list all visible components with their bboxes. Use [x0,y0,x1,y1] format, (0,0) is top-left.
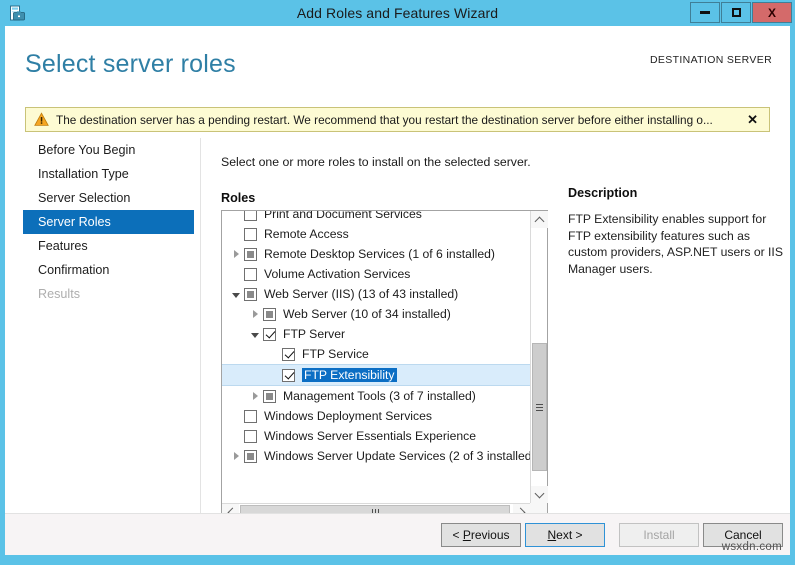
sidebar-item-features[interactable]: Features [23,234,194,258]
window-controls: X [689,2,792,23]
sidebar-item-server-roles[interactable]: Server Roles [23,210,194,234]
window-title: Add Roles and Features Wizard [296,5,499,21]
vertical-scroll-thumb[interactable] [532,343,547,471]
tree-row[interactable]: Windows Deployment Services [222,406,531,426]
sidebar-item-installation-type[interactable]: Installation Type [23,162,194,186]
tree-row-label: Web Server (IIS) (13 of 43 installed) [264,287,459,301]
expand-collapsed-icon[interactable] [247,392,263,400]
page-title: Select server roles [25,50,236,78]
tree-row[interactable]: Management Tools (3 of 7 installed) [222,386,531,406]
scroll-grip-icon [536,402,543,413]
tree-row[interactable]: Web Server (IIS) (13 of 43 installed) [222,284,531,304]
watermark: wsxdn.com [721,541,782,553]
description-panel: Description FTP Extensibility enables su… [568,186,783,277]
destination-server-label: DESTINATION SERVER [649,54,772,66]
sidebar-item-confirmation[interactable]: Confirmation [23,258,194,282]
page-header: Select server roles DESTINATION SERVER [5,26,790,98]
maximize-button[interactable] [721,2,751,23]
triangle-right-icon [233,452,239,460]
tree-row-label: Web Server (10 of 34 installed) [283,307,451,321]
next-button[interactable]: Next > [525,523,605,547]
tree-row-label: Windows Server Essentials Experience [264,429,477,443]
triangle-down-icon [232,292,240,298]
tree-row[interactable]: Volume Activation Services [222,264,531,284]
maximize-icon [731,8,741,17]
warning-bar: The destination server has a pending res… [25,107,770,132]
main-content: Select one or more roles to install on t… [209,138,559,210]
roles-tree-list: Print and Document Services Remote Access… [222,211,531,466]
tree-row-label: Volume Activation Services [264,267,411,281]
wizard-step-nav: Before You Begin Installation Type Serve… [5,138,201,513]
description-body: FTP Extensibility enables support for FT… [568,212,783,276]
wizard-footer: < Previous Next > Install Cancel wsxdn.c… [5,513,790,555]
server-wizard-icon [4,0,30,26]
previous-button[interactable]: < Previous [441,523,521,547]
sidebar-item-server-selection[interactable]: Server Selection [23,186,194,210]
tree-row-label: FTP Server [283,327,346,341]
description-title: Description [568,186,638,200]
expand-collapsed-icon[interactable] [247,310,263,318]
tree-row[interactable]: Remote Desktop Services (1 of 6 installe… [222,244,531,264]
tree-row-label: Windows Server Update Services (2 of 3 i… [264,449,531,463]
scroll-up-button[interactable] [531,211,548,228]
tree-row-label: Print and Document Services [264,211,422,221]
role-checkbox[interactable] [244,287,257,301]
tree-row[interactable]: Windows Server Update Services (2 of 3 i… [222,446,531,466]
roles-section-label: Roles [221,191,256,205]
chevron-up-icon [534,216,545,226]
sidebar-item-before-you-begin[interactable]: Before You Begin [23,138,194,162]
warning-triangle-icon [34,112,49,127]
role-checkbox[interactable] [244,267,257,281]
role-checkbox[interactable] [244,449,257,463]
tree-row-label: Windows Deployment Services [264,409,432,423]
tree-row[interactable]: FTP Service [222,344,531,364]
install-button: Install [619,523,699,547]
role-checkbox[interactable] [282,368,295,382]
minimize-button[interactable] [690,2,720,23]
roles-tree-viewport: Print and Document Services Remote Access… [222,211,531,503]
chevron-down-icon [534,488,545,498]
expand-expanded-icon[interactable] [247,331,263,338]
instruction-text: Select one or more roles to install on t… [221,155,531,169]
role-checkbox[interactable] [244,227,257,241]
role-checkbox[interactable] [244,429,257,443]
role-checkbox[interactable] [263,327,276,341]
tree-row[interactable]: Remote Access [222,224,531,244]
tree-row-label: Management Tools (3 of 7 installed) [283,389,476,403]
role-checkbox[interactable] [244,247,257,261]
close-button[interactable]: X [752,2,792,23]
window-body: Select server roles DESTINATION SERVER T… [5,26,790,555]
triangle-right-icon [252,392,258,400]
expand-collapsed-icon[interactable] [228,452,244,460]
sidebar-item-results: Results [38,287,80,301]
triangle-right-icon [233,250,239,258]
tree-row-label: FTP Service [302,347,369,361]
tree-row[interactable]: FTP Extensibility [222,364,531,386]
tree-row[interactable]: Windows Server Essentials Experience [222,426,531,446]
minimize-icon [700,11,710,14]
role-checkbox[interactable] [282,347,295,361]
role-checkbox[interactable] [263,307,276,321]
scroll-down-button[interactable] [531,486,548,503]
tree-row[interactable]: FTP Server [222,324,531,344]
expand-collapsed-icon[interactable] [228,250,244,258]
role-checkbox[interactable] [263,389,276,403]
tree-row-label: Remote Desktop Services (1 of 6 installe… [264,247,495,261]
title-bar: Add Roles and Features Wizard X [0,0,795,26]
warning-close-icon[interactable]: ✕ [744,113,761,126]
tree-row[interactable]: Web Server (10 of 34 installed) [222,304,531,324]
roles-tree[interactable]: Print and Document Services Remote Access… [221,210,548,521]
expand-expanded-icon[interactable] [228,291,244,298]
role-checkbox[interactable] [244,409,257,423]
triangle-down-icon [251,332,259,338]
tree-row-label: Remote Access [264,227,349,241]
add-roles-wizard-window: Add Roles and Features Wizard X Select s… [0,0,795,565]
role-checkbox[interactable] [244,211,257,221]
triangle-right-icon [252,310,258,318]
tree-row-label: FTP Extensibility [302,368,397,382]
warning-message: The destination server has a pending res… [56,112,713,127]
roles-tree-vertical-scrollbar[interactable] [530,211,548,503]
tree-row[interactable]: Print and Document Services [222,211,531,224]
